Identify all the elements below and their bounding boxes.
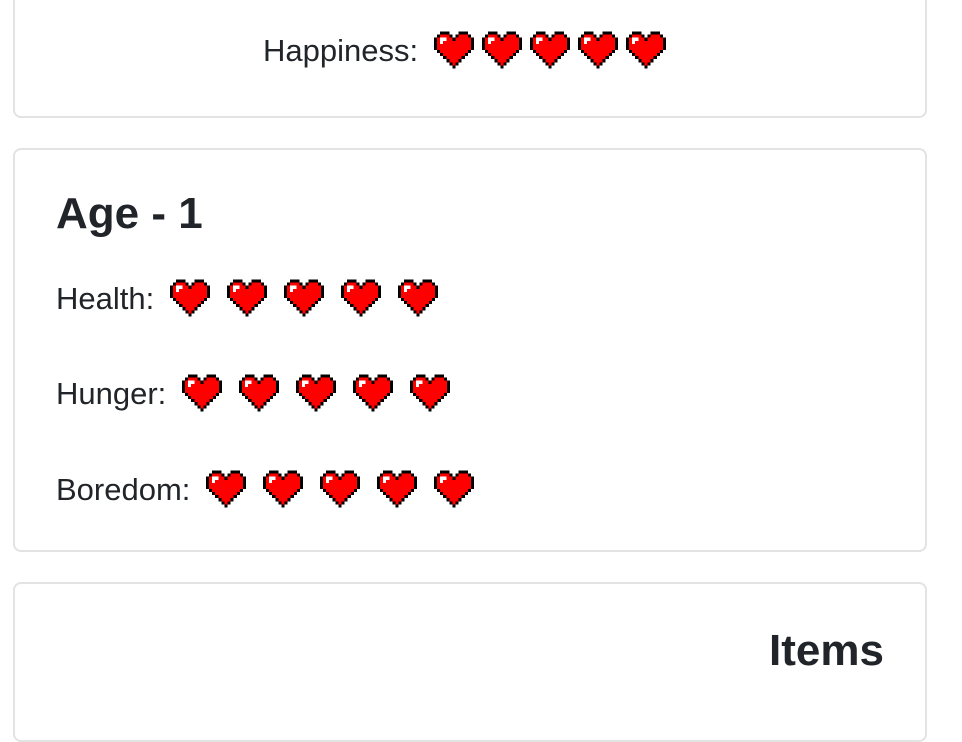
pixel-heart-icon (377, 470, 418, 508)
pixel-heart-icon (341, 279, 382, 317)
pixel-heart-icon (626, 31, 667, 69)
age-title: Age - 1 (56, 189, 203, 238)
hunger-row: Hunger: (56, 371, 467, 415)
pixel-heart-icon (578, 31, 619, 69)
pixel-heart-icon (239, 374, 280, 412)
items-title: Items (769, 626, 884, 675)
hunger-hearts (182, 374, 467, 412)
pixel-heart-icon (353, 374, 394, 412)
hunger-label: Hunger: (56, 375, 167, 411)
pixel-heart-icon (530, 31, 571, 69)
pixel-heart-icon (170, 279, 211, 317)
happiness-row: Happiness: (263, 20, 674, 80)
happiness-hearts (434, 31, 674, 69)
pixel-heart-icon (434, 31, 475, 69)
boredom-hearts (206, 470, 491, 508)
pixel-heart-icon (398, 279, 439, 317)
pixel-heart-icon (320, 470, 361, 508)
boredom-row: Boredom: (56, 467, 491, 511)
pet-stats-card: Age - 1 Health: Hunger: Boredom: (13, 148, 927, 552)
pixel-heart-icon (296, 374, 337, 412)
health-label: Health: (56, 280, 155, 316)
health-row: Health: (56, 276, 455, 320)
boredom-label: Boredom: (56, 471, 191, 507)
health-hearts (170, 279, 455, 317)
pixel-heart-icon (482, 31, 523, 69)
happiness-label: Happiness: (263, 32, 419, 68)
pixel-heart-icon (182, 374, 223, 412)
items-card: Items (13, 582, 927, 742)
pixel-heart-icon (284, 279, 325, 317)
happiness-card: Happiness: (13, 0, 927, 118)
pixel-heart-icon (263, 470, 304, 508)
pixel-heart-icon (410, 374, 451, 412)
pixel-heart-icon (206, 470, 247, 508)
pixel-heart-icon (434, 470, 475, 508)
pixel-heart-icon (227, 279, 268, 317)
